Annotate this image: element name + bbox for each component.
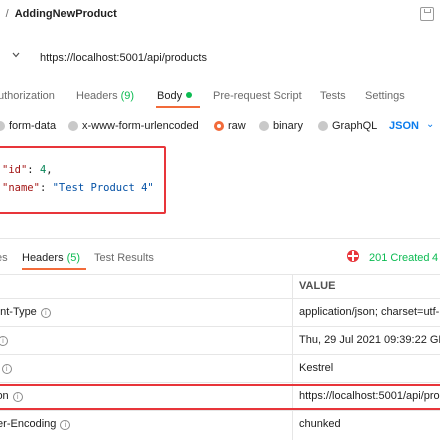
code-line-1[interactable]: "id": 4, — [2, 164, 53, 176]
radio-form-data[interactable] — [0, 121, 5, 131]
table-row-value: Thu, 29 Jul 2021 09:39:22 GM — [299, 334, 440, 346]
tab-headers[interactable]: Headers (9) — [76, 90, 134, 102]
tab-headers-label: Headers — [76, 90, 118, 102]
header-key: fer-Encoding — [0, 418, 57, 430]
label-raw[interactable]: raw — [228, 120, 246, 132]
tab-settings[interactable]: Settings — [365, 90, 405, 102]
info-icon[interactable]: i — [12, 392, 23, 402]
tab-pre-request-script[interactable]: Pre-request Script — [213, 90, 302, 102]
save-icon[interactable] — [420, 7, 434, 21]
table-row-divider — [0, 410, 440, 411]
response-time[interactable]: 4 — [432, 252, 438, 264]
json-value-name: "Test Product 4" — [52, 182, 154, 194]
panel-divider[interactable] — [0, 238, 440, 239]
table-row-value: Kestrel — [299, 362, 334, 374]
url-input[interactable]: https://localhost:5001/api/products — [40, 52, 207, 64]
tab-body[interactable]: Body — [157, 90, 193, 102]
body-format-dropdown[interactable]: JSON — [389, 120, 419, 132]
table-row-divider — [0, 382, 440, 383]
breadcrumb: r / AddingNewProduct — [0, 0, 440, 28]
tab-response-body[interactable]: es — [0, 252, 8, 264]
label-binary[interactable]: binary — [273, 120, 303, 132]
radio-urlencoded[interactable] — [68, 121, 78, 131]
json-colon: : — [39, 182, 47, 194]
body-indicator-dot — [186, 92, 193, 98]
tab-response-headers-count: (5) — [66, 252, 81, 264]
breadcrumb-separator: / — [5, 8, 9, 20]
info-icon[interactable]: i — [60, 420, 71, 430]
code-line-2[interactable]: "name": "Test Product 4" — [2, 182, 154, 194]
label-form-data[interactable]: form-data — [9, 120, 56, 132]
table-row-key: fer-Encoding i — [0, 418, 71, 430]
active-tab-indicator — [22, 268, 86, 270]
globe-icon[interactable] — [347, 250, 359, 262]
radio-binary[interactable] — [259, 121, 269, 131]
info-icon[interactable]: i — [0, 336, 8, 346]
json-colon: : — [27, 164, 34, 176]
info-icon[interactable]: i — [40, 308, 51, 318]
value-column-header: VALUE — [299, 280, 336, 292]
table-row-key: ent-Typei — [0, 306, 51, 318]
json-key-name: "name" — [2, 182, 40, 194]
table-row-divider — [0, 326, 440, 327]
radio-raw[interactable] — [214, 121, 224, 131]
table-row-divider — [0, 298, 440, 299]
json-key-id: "id" — [2, 164, 28, 176]
tab-response-headers-label: Headers — [22, 252, 64, 264]
label-urlencoded[interactable]: x-www-form-urlencoded — [82, 120, 199, 132]
chevron-down-icon[interactable]: ⌄ — [426, 119, 434, 130]
tab-test-results[interactable]: Test Results — [94, 252, 154, 264]
header-key: ion — [0, 390, 9, 402]
table-row-value: chunked — [299, 418, 341, 430]
table-row-divider — [0, 354, 440, 355]
status-badge[interactable]: 201 Created — [369, 252, 430, 264]
table-row-value: application/json; charset=utf- — [299, 306, 440, 318]
json-comma: , — [46, 164, 53, 176]
request-name[interactable]: AddingNewProduct — [15, 8, 117, 20]
header-key: ent-Type — [0, 306, 37, 318]
chevron-down-icon[interactable] — [12, 51, 20, 59]
table-row-value: https://localhost:5001/api/pro — [299, 390, 440, 402]
table-border — [0, 274, 440, 275]
body-highlight-box — [0, 146, 166, 214]
tab-response-headers[interactable]: Headers (5) — [22, 252, 80, 264]
label-graphql[interactable]: GraphQL — [332, 120, 377, 132]
tab-tests[interactable]: Tests — [320, 90, 346, 102]
table-row-key: ri — [0, 362, 12, 374]
tab-headers-count: (9) — [120, 90, 135, 102]
radio-graphql[interactable] — [318, 121, 328, 131]
tab-body-label: Body — [157, 90, 183, 102]
tab-authorization[interactable]: uthorization — [0, 90, 55, 102]
active-tab-indicator — [156, 106, 200, 108]
table-row-key: i — [0, 334, 8, 346]
info-icon[interactable]: i — [1, 364, 12, 374]
table-row-key: ioni — [0, 390, 23, 402]
